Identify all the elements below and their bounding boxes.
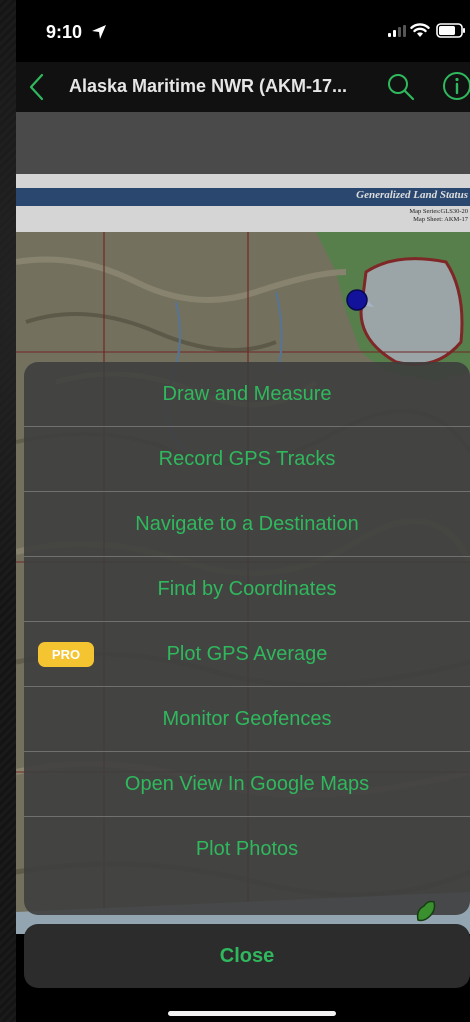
cellular-signal-icon (388, 25, 406, 37)
wifi-icon (410, 23, 430, 37)
close-button[interactable]: Close (24, 924, 470, 988)
page-title: Alaska Maritime NWR (AKM-17... (69, 76, 348, 96)
monitor-geofences-option[interactable]: Monitor Geofences (24, 687, 470, 752)
status-time: 9:10 (46, 22, 83, 42)
option-label: Plot GPS Average (166, 642, 328, 665)
option-label: Monitor Geofences (162, 707, 332, 730)
toolbar-strip (16, 112, 470, 174)
home-indicator[interactable] (168, 1011, 336, 1016)
pro-badge: PRO (38, 642, 94, 667)
phone-screen: 9:10 Alaska Maritime NWR (AKM-17... Gene… (16, 0, 470, 1022)
option-label: Draw and Measure (162, 382, 332, 405)
search-icon[interactable] (386, 72, 416, 102)
option-label: Plot Photos (195, 837, 299, 860)
navigation-bar: Alaska Maritime NWR (AKM-17... (16, 62, 470, 112)
battery-icon (436, 23, 465, 38)
open-in-google-maps-option[interactable]: Open View In Google Maps (24, 752, 470, 817)
plot-gps-average-option[interactable]: PRO Plot GPS Average (24, 622, 470, 687)
option-label: Record GPS Tracks (158, 447, 336, 470)
info-icon[interactable] (442, 71, 470, 101)
option-label: Find by Coordinates (157, 577, 337, 600)
option-label: Navigate to a Destination (135, 512, 359, 535)
map-feature-marker (416, 900, 436, 922)
plot-photos-option[interactable]: Plot Photos (24, 817, 470, 881)
find-by-coordinates-option[interactable]: Find by Coordinates (24, 557, 470, 622)
back-chevron-icon[interactable] (28, 73, 46, 101)
status-bar: 9:10 (16, 0, 470, 62)
navigate-to-destination-option[interactable]: Navigate to a Destination (24, 492, 470, 557)
record-gps-tracks-option[interactable]: Record GPS Tracks (24, 427, 470, 492)
location-arrow-icon (92, 25, 106, 39)
action-sheet-menu: Draw and Measure Record GPS Tracks Navig… (24, 362, 470, 915)
option-label: Open View In Google Maps (124, 772, 370, 795)
draw-and-measure-option[interactable]: Draw and Measure (24, 362, 470, 427)
